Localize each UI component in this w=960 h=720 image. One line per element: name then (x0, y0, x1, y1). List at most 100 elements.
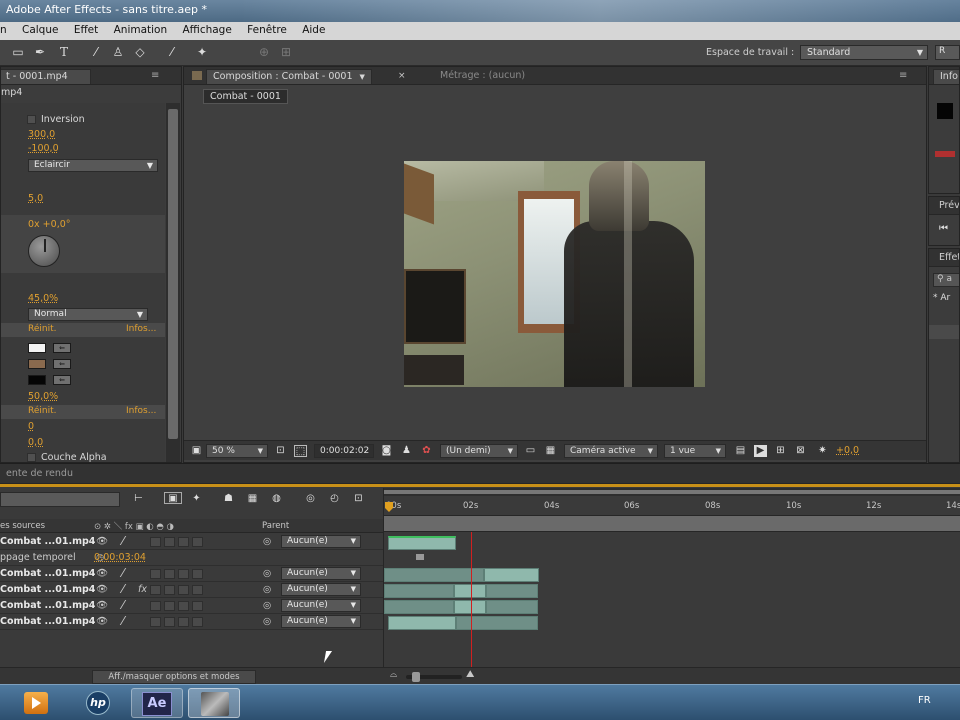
reset-link-1[interactable]: Réinit. (28, 324, 56, 334)
tab-info[interactable]: Info (933, 69, 959, 84)
composition-mini-flowchart-icon[interactable]: ⊢ (132, 493, 145, 505)
switch-box[interactable] (178, 569, 189, 579)
puppet-pin-tool-icon[interactable]: ✦ (194, 44, 210, 60)
after-effects-taskbar-button[interactable]: Ae (131, 688, 183, 718)
menu-item-calque[interactable]: Calque (16, 22, 64, 36)
current-time-indicator-head[interactable] (385, 492, 393, 532)
hide-shy-layers-icon[interactable]: ☗ (222, 493, 235, 505)
property-name[interactable]: ppage temporel (0, 552, 76, 563)
menu-item-fichier[interactable]: n (0, 22, 13, 36)
layer-bar[interactable] (454, 584, 486, 598)
fast-previews-icon[interactable]: ▶ (754, 445, 767, 457)
color-swatch-1[interactable] (28, 343, 46, 353)
effects-search-input[interactable]: ⚲ a (933, 273, 959, 287)
menu-item-affichage[interactable]: Affichage (176, 22, 237, 36)
workspace-select[interactable]: Standard ▼ (800, 45, 928, 60)
value-field-3[interactable]: 5,0 (1, 193, 161, 209)
quality-switch-icon[interactable]: ⁄ (122, 598, 124, 612)
eyedropper-icon[interactable]: ⇐ (53, 375, 71, 385)
eraser-tool-icon[interactable]: ◇ (132, 44, 148, 60)
exposure-value[interactable]: +0,0 (836, 445, 859, 456)
parent-dropdown[interactable]: Aucun(e) ▼ (281, 567, 361, 580)
menu-item-animation[interactable]: Animation (108, 22, 174, 36)
infos-link-1[interactable]: Infos... (126, 324, 156, 334)
live-update-icon[interactable]: ▣ (164, 492, 182, 504)
graph-editor-icon[interactable]: ⊡ (352, 493, 365, 505)
parent-pick-whip-icon[interactable]: ◎ (263, 536, 271, 547)
channels-icon[interactable]: ✿ (420, 445, 433, 457)
axis-mode-icon[interactable]: ⊕ (256, 44, 272, 60)
switch-box[interactable] (178, 601, 189, 611)
layer-bar[interactable] (486, 584, 538, 598)
current-time-indicator-line[interactable] (471, 532, 472, 682)
composition-frame[interactable] (404, 161, 705, 387)
zoom-out-icon[interactable]: ⌓ (390, 670, 397, 680)
switch-box[interactable] (164, 601, 175, 611)
tab-preview[interactable]: Prévi (933, 199, 959, 214)
effects-selected-row[interactable] (929, 325, 959, 339)
quality-switch-icon[interactable]: ⁄ (122, 566, 124, 580)
layer-row[interactable]: Combat ...01.mp4 👁 ⁄ ◎ Aucun(e) ▼ (0, 534, 383, 550)
switch-box[interactable] (150, 569, 161, 579)
roto-brush-tool-icon[interactable]: ⁄ (164, 44, 180, 60)
clone-stamp-tool-icon[interactable]: ♙ (110, 44, 126, 60)
color-swatch-3[interactable] (28, 375, 46, 385)
reset-exposure-icon[interactable]: ✷ (816, 445, 829, 457)
value-field-4[interactable]: 45,0% (1, 293, 161, 309)
layer-bar[interactable] (388, 536, 456, 550)
image-app-taskbar-button[interactable] (188, 688, 240, 718)
camera-dropdown[interactable]: Caméra active ▼ (564, 444, 658, 458)
parent-dropdown[interactable]: Aucun(e) ▼ (281, 599, 361, 612)
time-navigator-range[interactable] (384, 490, 960, 494)
switch-box[interactable] (192, 537, 203, 547)
mode-dropdown[interactable]: Normal ▼ (28, 308, 148, 321)
flowchart-icon[interactable]: ⊠ (794, 445, 807, 457)
layer-row[interactable]: Combat ...01.mp4 👁 ⁄ ◎ Aucun(e) ▼ (0, 598, 383, 614)
frame-blending-icon[interactable]: ▦ (246, 493, 259, 505)
eye-icon[interactable]: 👁 (96, 536, 108, 547)
col-source-name[interactable]: es sources (0, 521, 45, 531)
eyedropper-icon[interactable]: ⇐ (53, 343, 71, 353)
fit-view-icon[interactable]: ⊡ (274, 445, 287, 457)
switch-box[interactable] (178, 537, 189, 547)
layer-bar[interactable] (388, 616, 456, 630)
parent-dropdown[interactable]: Aucun(e) ▼ (281, 535, 361, 548)
inversion-checkbox[interactable] (27, 115, 36, 124)
layer-name[interactable]: Combat ...01.mp4 (0, 568, 95, 579)
eye-icon[interactable]: 👁 (96, 568, 108, 579)
eye-icon[interactable]: 👁 (96, 616, 108, 627)
resolution-dropdown[interactable]: (Un demi) ▼ (440, 444, 518, 458)
switch-box[interactable] (164, 569, 175, 579)
layer-name[interactable]: Combat ...01.mp4 (0, 584, 95, 595)
tab-effects[interactable]: Effet (933, 251, 959, 266)
value-field-6[interactable]: 0 (1, 421, 161, 437)
tab-render-queue[interactable]: ente de rendu (0, 467, 79, 482)
layer-name[interactable]: Combat ...01.mp4 (0, 616, 95, 627)
color-swatch-2[interactable] (28, 359, 46, 369)
motion-blur-icon[interactable]: ◍ (270, 493, 283, 505)
eye-icon[interactable]: 👁 (96, 584, 108, 595)
switch-box[interactable] (178, 617, 189, 627)
comp-breadcrumb-button[interactable]: Combat - 0001 (203, 89, 288, 104)
rectangle-tool-icon[interactable]: ▭ (10, 44, 26, 60)
lock-icon[interactable] (192, 71, 202, 80)
infos-link-2[interactable]: Infos... (126, 406, 156, 416)
time-remap-value[interactable]: 0:00:03:04 (94, 552, 146, 563)
layer-row[interactable]: Combat ...01.mp4 👁 ⁄ ◎ Aucun(e) ▼ (0, 566, 383, 582)
toggle-switches-modes-button[interactable]: Aff./masquer options et modes (92, 670, 256, 684)
reset-link-2[interactable]: Réinit. (28, 406, 56, 416)
text-tool-icon[interactable]: T (56, 44, 72, 60)
value-field-2[interactable]: -100,0 (1, 143, 161, 159)
parent-dropdown[interactable]: Aucun(e) ▼ (281, 583, 361, 596)
layer-bar[interactable] (484, 568, 539, 582)
switch-box[interactable] (178, 585, 189, 595)
scrollbar-thumb[interactable] (168, 109, 178, 439)
parent-pick-whip-icon[interactable]: ◎ (263, 616, 271, 627)
time-navigator[interactable] (384, 488, 960, 496)
switch-box[interactable] (192, 617, 203, 627)
fx-icon[interactable]: fx (138, 584, 147, 595)
layer-row[interactable]: Combat ...01.mp4 👁 ⁄ ◎ Aucun(e) ▼ (0, 614, 383, 630)
parent-pick-whip-icon[interactable]: ◎ (263, 568, 271, 579)
parent-dropdown[interactable]: Aucun(e) ▼ (281, 615, 361, 628)
eye-icon[interactable]: 👁 (96, 600, 108, 611)
